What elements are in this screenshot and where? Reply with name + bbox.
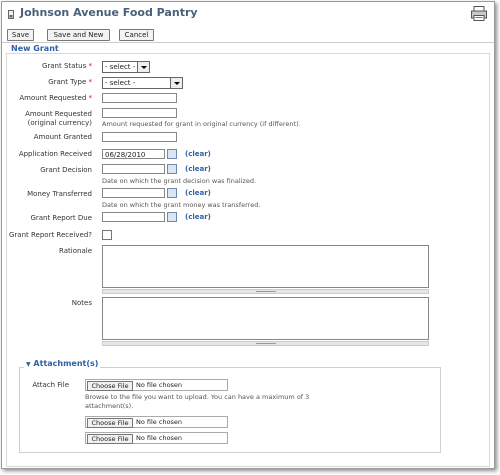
calendar-icon[interactable]: [167, 188, 177, 198]
print-icon[interactable]: [471, 6, 487, 21]
clear-application-received-link[interactable]: (clear): [185, 150, 211, 158]
grant-decision-label: Grant Decision: [40, 166, 92, 174]
attach-file-label: Attach File: [32, 381, 69, 389]
file-input-2[interactable]: Choose File No file chosen: [85, 416, 228, 428]
money-transferred-input[interactable]: [102, 188, 165, 198]
clear-grant-report-due-link[interactable]: (clear): [185, 213, 211, 221]
notes-label: Notes: [71, 299, 92, 307]
collapse-arrow-icon: ▼: [26, 361, 31, 368]
application-received-input[interactable]: 06/28/2010: [102, 149, 165, 159]
chevron-down-icon: [137, 62, 149, 72]
file-status: No file chosen: [136, 434, 183, 442]
file-status: No file chosen: [136, 381, 183, 389]
window: Johnson Avenue Food Pantry Save Save and…: [1, 1, 495, 469]
money-transferred-label: Money Transferred: [27, 190, 92, 198]
grant-decision-hint: Date on which the grant decision was fin…: [102, 177, 257, 185]
file-input-3[interactable]: Choose File No file chosen: [85, 432, 228, 444]
calendar-icon[interactable]: [167, 149, 177, 159]
grant-decision-input[interactable]: [102, 164, 165, 174]
calendar-icon[interactable]: [167, 212, 177, 222]
grant-status-label: Grant Status *: [41, 62, 92, 70]
choose-file-button[interactable]: Choose File: [87, 381, 133, 391]
rationale-label: Rationale: [59, 247, 92, 255]
grant-type-select[interactable]: - select -: [102, 77, 183, 89]
clear-grant-decision-link[interactable]: (clear): [185, 165, 211, 173]
page-icon: [8, 10, 14, 19]
grant-type-label: Grant Type *: [48, 78, 92, 86]
section-title: New Grant: [11, 44, 59, 53]
amount-requested-input[interactable]: [102, 93, 177, 103]
file-input-1[interactable]: Choose File No file chosen: [85, 379, 228, 391]
amount-requested-orig-input[interactable]: [102, 108, 177, 118]
rationale-textarea[interactable]: [102, 245, 429, 288]
choose-file-button[interactable]: Choose File: [87, 418, 133, 428]
notes-textarea[interactable]: [102, 297, 429, 340]
header: Johnson Avenue Food Pantry: [2, 2, 494, 26]
chevron-down-icon: [170, 78, 182, 88]
amount-requested-orig-sublabel: (original currency): [27, 119, 92, 127]
grant-report-due-input[interactable]: [102, 212, 165, 222]
grant-report-received-label: Grant Report Received?: [9, 231, 92, 239]
clear-money-transferred-link[interactable]: (clear): [185, 189, 211, 197]
save-and-new-button[interactable]: Save and New: [47, 29, 110, 41]
attach-hint-line2: attachment(s).: [85, 402, 134, 410]
choose-file-button[interactable]: Choose File: [87, 434, 133, 444]
grant-report-due-label: Grant Report Due: [30, 214, 92, 222]
amount-granted-input[interactable]: [102, 132, 177, 142]
page-title: Johnson Avenue Food Pantry: [20, 6, 198, 19]
amount-granted-label: Amount Granted: [33, 133, 92, 141]
amount-requested-orig-label: Amount Requested: [25, 110, 92, 118]
file-status: No file chosen: [136, 418, 183, 426]
grant-report-received-checkbox[interactable]: [102, 230, 112, 240]
toolbar: Save Save and New Cancel: [2, 26, 494, 43]
rationale-resize-handle[interactable]: [102, 289, 429, 294]
save-button[interactable]: Save: [7, 29, 34, 41]
amount-requested-label: Amount Requested *: [19, 94, 92, 102]
attachments-title[interactable]: ▼ Attachment(s): [24, 359, 101, 368]
amount-requested-orig-hint: Amount requested for grant in original c…: [102, 120, 301, 128]
grant-status-select[interactable]: - select -: [102, 61, 150, 73]
cancel-button[interactable]: Cancel: [119, 29, 154, 41]
calendar-icon[interactable]: [167, 164, 177, 174]
application-received-label: Application Received: [18, 150, 92, 158]
notes-resize-handle[interactable]: [102, 341, 429, 346]
attach-hint-line1: Browse to the file you want to upload. Y…: [85, 393, 310, 401]
money-transferred-hint: Date on which the grant money was transf…: [102, 201, 261, 209]
attachments-fieldset: [19, 367, 441, 453]
